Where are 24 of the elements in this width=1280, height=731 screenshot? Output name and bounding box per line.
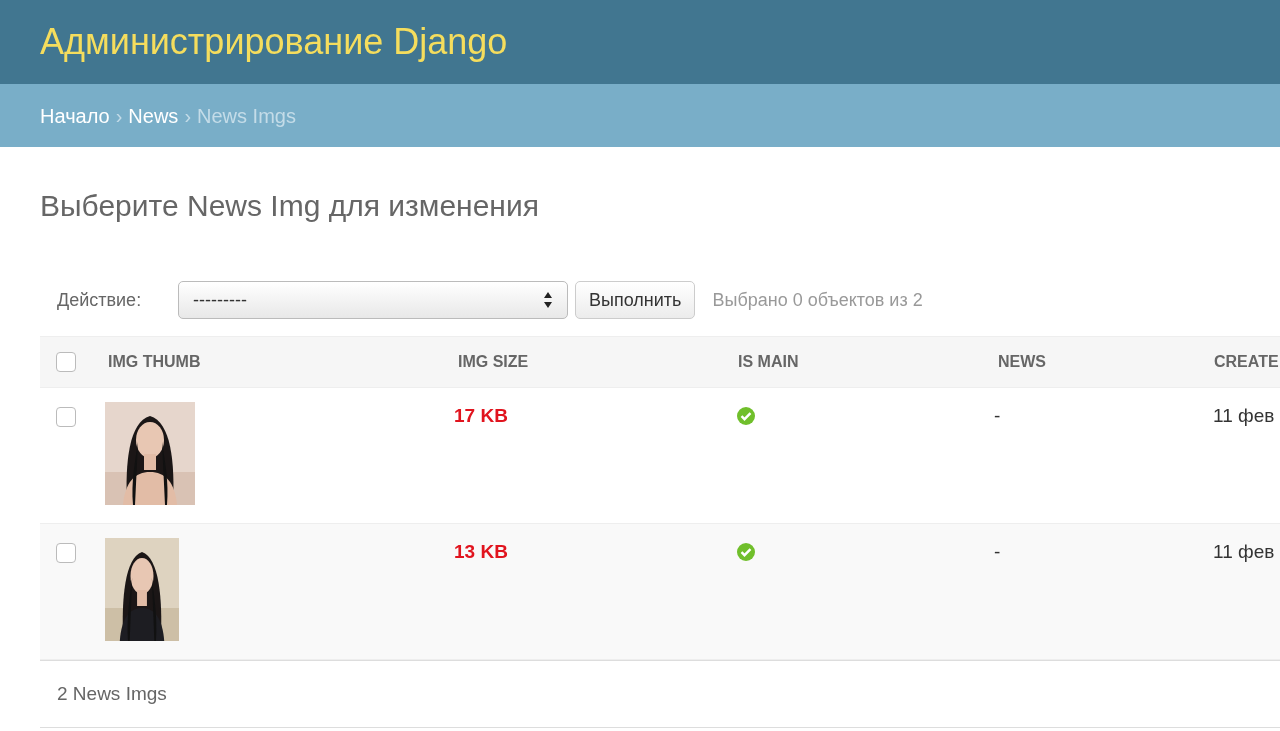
image-size: 13 KB	[454, 541, 508, 562]
column-header[interactable]: IMG SIZE	[458, 353, 529, 370]
column-header[interactable]: IS MAIN	[738, 353, 799, 370]
date-cell: 11 фев	[1213, 405, 1275, 426]
checkbox[interactable]	[56, 543, 76, 563]
table-cell: -	[994, 541, 1001, 562]
selection-count: Выбрано 0 объектов из 2	[712, 288, 923, 312]
date-cell: 11 фев	[1213, 541, 1275, 562]
column-header[interactable]: IMG THUMB	[108, 353, 201, 370]
breadcrumb-separator: ›	[184, 103, 192, 129]
action-label: Действие:	[57, 288, 143, 312]
column-header[interactable]: NEWS	[998, 353, 1046, 370]
checkbox[interactable]	[56, 352, 76, 372]
action-select[interactable]: ---------	[178, 281, 568, 319]
dropdown-arrows-icon	[543, 290, 553, 310]
page-title: Выберите News Img для изменения	[40, 188, 540, 224]
breadcrumb-separator: ›	[115, 103, 123, 129]
checkbox[interactable]	[56, 407, 76, 427]
run-button[interactable]: Выполнить	[575, 281, 696, 319]
column-header[interactable]: CREATE	[1214, 353, 1279, 370]
result-count: 2 News Imgs	[57, 681, 167, 706]
image-size: 17 KB	[454, 405, 508, 426]
site-title[interactable]: Администрирование Django	[40, 15, 508, 69]
table-cell: -	[994, 405, 1001, 426]
